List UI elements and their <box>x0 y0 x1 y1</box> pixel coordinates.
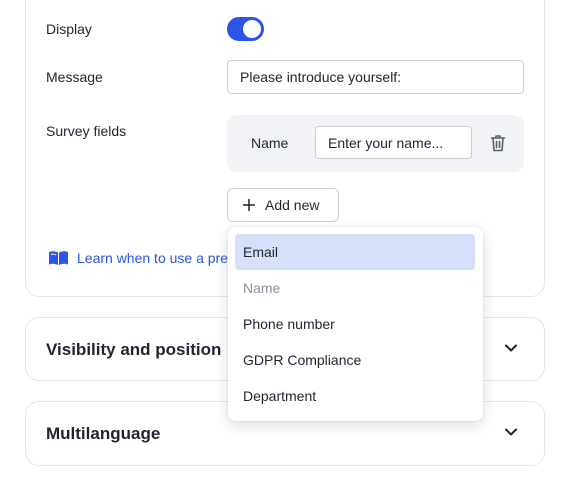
dropdown-option-email[interactable]: Email <box>235 234 475 270</box>
trash-icon[interactable] <box>490 134 506 152</box>
display-label: Display <box>46 21 92 37</box>
survey-fields-label: Survey fields <box>46 123 127 139</box>
add-field-dropdown: Email Name Phone number GDPR Compliance … <box>228 227 483 421</box>
name-field-placeholder: Enter your name... <box>328 134 444 151</box>
chevron-down-icon[interactable] <box>504 427 518 437</box>
learn-link-text: Learn when to use a pre <box>77 250 228 266</box>
learn-link[interactable]: Learn when to use a pre <box>48 250 228 266</box>
message-input[interactable]: Please introduce yourself: <box>227 60 524 94</box>
add-new-label: Add new <box>265 197 320 213</box>
chevron-down-icon[interactable] <box>504 343 518 353</box>
survey-field-row: Name Enter your name... <box>227 115 524 172</box>
visibility-title: Visibility and position <box>46 340 222 359</box>
message-input-value: Please introduce yourself: <box>240 69 402 85</box>
dropdown-option-phone[interactable]: Phone number <box>235 306 475 342</box>
dropdown-option-department[interactable]: Department <box>235 378 475 414</box>
dropdown-option-name: Name <box>243 280 281 296</box>
field-label-name: Name <box>251 135 289 151</box>
book-icon <box>49 251 68 265</box>
name-field-input[interactable]: Enter your name... <box>315 126 472 159</box>
multilanguage-title: Multilanguage <box>46 424 161 443</box>
add-new-button[interactable]: Add new <box>227 188 339 222</box>
toggle-knob <box>243 20 261 38</box>
plus-icon <box>243 199 255 211</box>
dropdown-option-gdpr[interactable]: GDPR Compliance <box>235 342 475 378</box>
message-label: Message <box>46 69 103 85</box>
display-toggle[interactable] <box>227 17 264 41</box>
